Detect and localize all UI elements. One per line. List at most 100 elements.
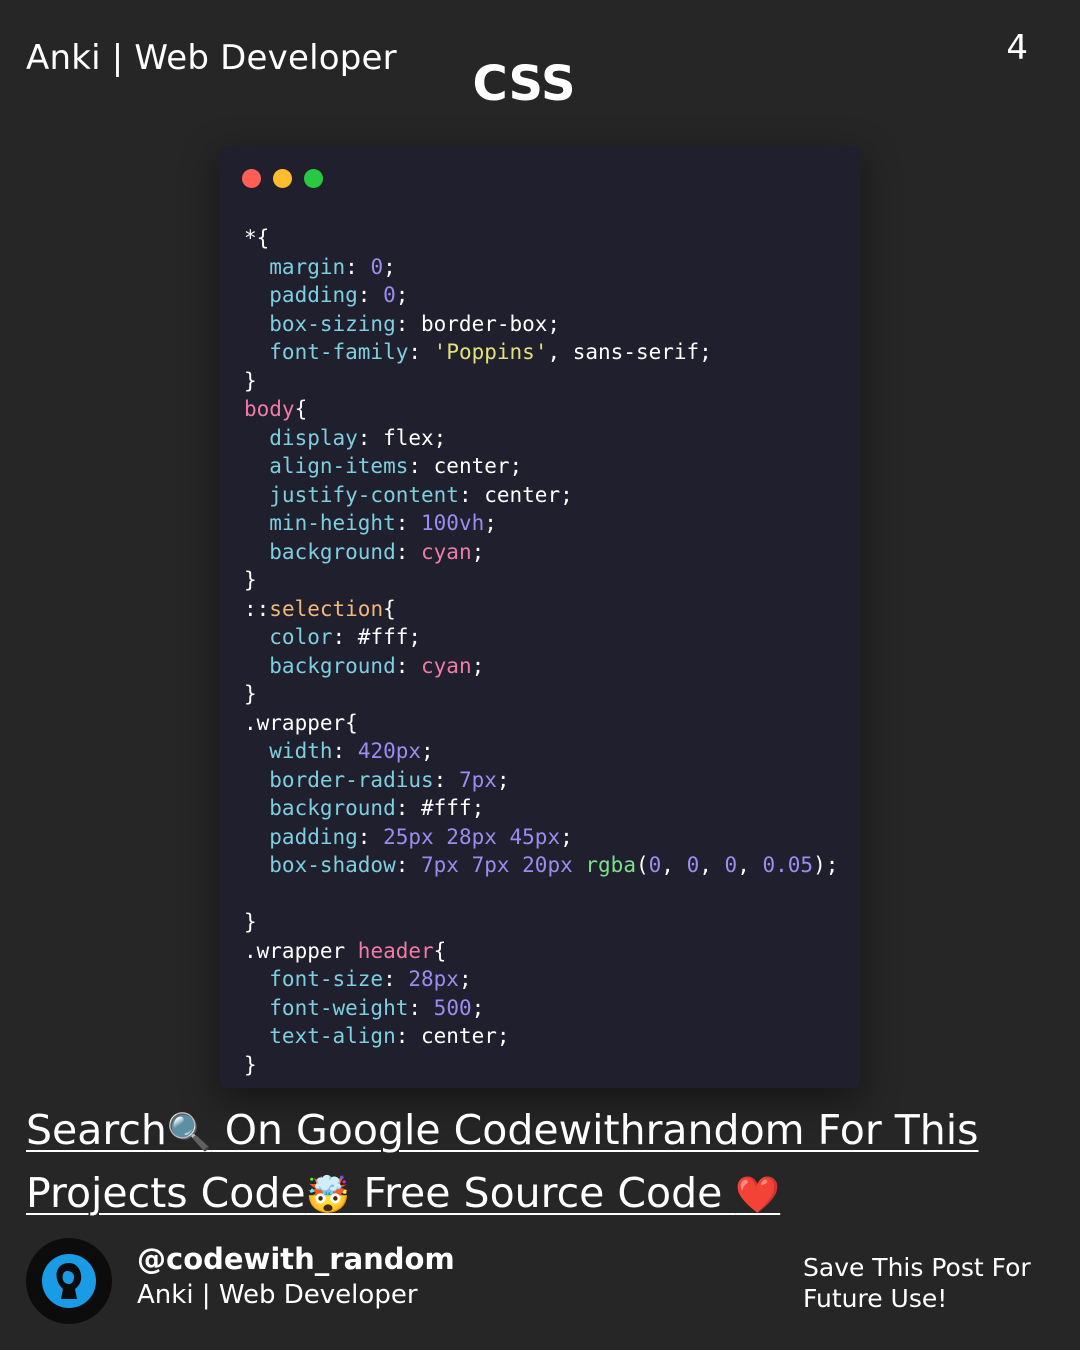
code-token: ); xyxy=(813,853,839,877)
code-token: : xyxy=(395,853,422,877)
page-title: CSS xyxy=(472,56,576,112)
code-token: } xyxy=(244,910,257,934)
code-line: border-radius: 7px; xyxy=(244,766,838,795)
code-token: ; xyxy=(383,254,396,279)
code-token: 420px xyxy=(357,739,422,763)
code-token: ; xyxy=(471,539,485,564)
code-token: cyan xyxy=(421,653,472,678)
code-token: cyan xyxy=(421,539,472,564)
code-token: font-weight xyxy=(244,995,409,1020)
cta-text: Search🔍 On Google Codewithrandom For Thi… xyxy=(26,1100,1056,1226)
code-token: ; xyxy=(458,967,472,991)
code-token: align-items xyxy=(244,454,409,478)
code-token: : center; xyxy=(458,482,573,507)
code-line: box-shadow: 7px 7px 20px rgba(0, 0, 0, 0… xyxy=(244,851,838,880)
code-token: } xyxy=(244,368,257,393)
code-line: .wrapper{ xyxy=(244,709,838,738)
code-token: selection xyxy=(269,596,384,621)
code-line: min-height: 100vh; xyxy=(244,509,838,538)
code-token: min-height xyxy=(244,511,396,535)
code-token: : xyxy=(357,824,384,849)
code-token: margin xyxy=(244,254,346,279)
code-token: ; xyxy=(421,739,434,763)
code-token: : xyxy=(408,995,434,1020)
code-token: } xyxy=(244,568,257,592)
save-post-note: Save This Post For Future Use! xyxy=(803,1252,1053,1314)
mind-blown-emoji-icon: 🤯 xyxy=(305,1175,351,1216)
code-token: header xyxy=(357,938,434,963)
code-token: : #fff; xyxy=(395,796,485,820)
code-token: : center; xyxy=(395,1024,510,1048)
code-token: 0 xyxy=(370,254,384,279)
cta-part-1: Search xyxy=(26,1106,167,1154)
code-token: } xyxy=(244,1052,257,1077)
profile-author: Anki | Web Developer xyxy=(137,1280,418,1310)
code-line: background: #fff; xyxy=(244,794,838,823)
code-line: padding: 0; xyxy=(244,281,838,310)
code-token: justify-content xyxy=(244,482,459,507)
code-token: 25px 28px 45px xyxy=(383,824,561,849)
code-token: :: xyxy=(244,596,270,621)
code-token: .wrapper{ xyxy=(244,710,358,735)
code-line: } xyxy=(244,908,838,937)
profile-handle[interactable]: @codewith_random xyxy=(137,1242,455,1276)
code-token: ; xyxy=(471,653,485,678)
code-token: padding xyxy=(244,283,358,307)
code-token: 0 xyxy=(724,853,738,877)
close-dot-icon xyxy=(242,169,261,188)
code-line: color: #fff; xyxy=(244,623,838,652)
maximize-dot-icon xyxy=(304,169,323,188)
code-line: } xyxy=(244,566,838,595)
code-token: ( xyxy=(635,853,649,877)
code-token: box-shadow xyxy=(244,853,396,877)
heart-emoji-icon: ❤️ xyxy=(735,1175,781,1216)
code-token: color xyxy=(244,625,333,649)
code-line: } xyxy=(244,1051,838,1080)
code-line: justify-content: center; xyxy=(244,481,838,510)
code-line: font-family: 'Poppins', sans-serif; xyxy=(244,338,838,367)
code-token: text-align xyxy=(244,1024,396,1048)
code-token: : #fff; xyxy=(332,625,422,649)
code-line: align-items: center; xyxy=(244,452,838,481)
minimize-dot-icon xyxy=(273,169,292,188)
code-line: background: cyan; xyxy=(244,538,838,567)
code-token: 28px xyxy=(408,967,459,991)
code-token: ; xyxy=(471,995,485,1020)
code-token: { xyxy=(433,938,447,963)
code-token: , xyxy=(737,853,763,877)
code-token: rgba xyxy=(585,853,636,877)
code-line: padding: 25px 28px 45px; xyxy=(244,823,838,852)
code-token: box-sizing xyxy=(244,311,396,336)
code-token: } xyxy=(244,682,257,706)
code-token: : xyxy=(345,254,371,279)
code-token: display xyxy=(244,425,358,450)
code-line: font-size: 28px; xyxy=(244,965,838,994)
code-line: font-weight: 500; xyxy=(244,994,838,1023)
code-token: : center; xyxy=(408,454,523,478)
code-token: : xyxy=(395,653,422,678)
code-token: 0 xyxy=(686,853,700,877)
code-token: { xyxy=(383,596,396,621)
code-line: background: cyan; xyxy=(244,652,838,681)
code-token: ; xyxy=(395,283,409,307)
code-token: font-size xyxy=(244,967,384,991)
code-window: *{ margin: 0; padding: 0; box-sizing: bo… xyxy=(220,146,860,1088)
code-line: width: 420px; xyxy=(244,737,838,766)
code-token: : xyxy=(408,340,434,364)
code-token: : xyxy=(395,511,422,535)
code-token: : border-box; xyxy=(395,311,561,336)
code-line: .wrapper header{ xyxy=(244,937,838,966)
code-line: display: flex; xyxy=(244,424,838,453)
code-line: margin: 0; xyxy=(244,253,838,282)
code-token: ; xyxy=(484,511,497,535)
code-token: : xyxy=(383,967,409,991)
avatar[interactable] xyxy=(26,1238,112,1324)
code-line: ::selection{ xyxy=(244,595,838,624)
code-token: background xyxy=(244,653,396,678)
profile-silhouette-icon xyxy=(42,1254,96,1308)
code-token: 0 xyxy=(383,283,396,307)
code-token: 0 xyxy=(648,853,662,877)
code-token: 7px 7px 20px xyxy=(421,853,586,877)
save-line-1: Save This Post For xyxy=(803,1253,1031,1282)
